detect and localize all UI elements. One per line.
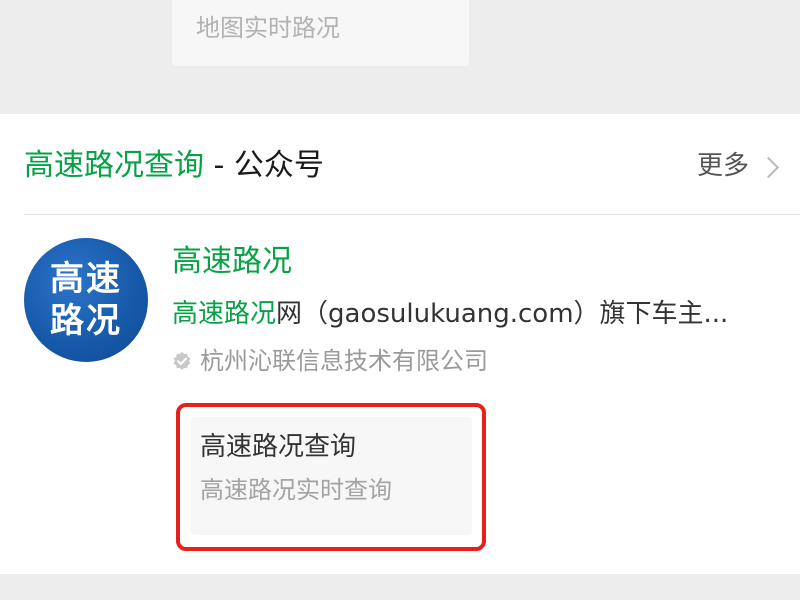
section-title: 高速路况查询 - 公众号 [24,146,324,186]
more-button[interactable]: 更多 [696,148,780,184]
top-section: 地图实时路况 [0,0,800,97]
service-title: 高速路况查询 [200,432,357,462]
company-name: 杭州沁联信息技术有限公司 [200,347,488,375]
account-avatar[interactable]: 高速 路况 [24,238,148,362]
official-account-card: 高速路况查询 - 公众号 更多 高速 路况 高速路况 高速路况网（gaosulu… [0,114,800,574]
account-description: 高速路况网（gaosulukuang.com）旗下车主... [172,296,772,332]
section-title-suffix: - 公众号 [204,148,324,183]
section-header: 高速路况查询 - 公众号 更多 [24,114,800,215]
account-description-rest: 网（gaosulukuang.com）旗下车主... [276,299,729,329]
chevron-right-icon [757,156,780,178]
avatar-text-line1: 高速 [50,259,122,299]
more-label: 更多 [696,151,749,181]
suggestion-chip[interactable]: 地图实时路况 [172,0,469,66]
service-menu-item[interactable]: 高速路况查询 高速路况实时查询 [190,417,472,535]
verified-company: 杭州沁联信息技术有限公司 [172,344,488,378]
account-description-keyword: 高速路况 [172,299,277,329]
suggestion-chip-label: 地图实时路况 [196,14,340,42]
highlight-box: 高速路况查询 高速路况实时查询 [176,403,486,551]
section-title-keyword: 高速路况查询 [24,148,204,183]
verified-badge-icon [173,352,191,370]
avatar-text-line2: 路况 [50,301,122,341]
service-subtitle: 高速路况实时查询 [200,476,392,504]
account-name[interactable]: 高速路况 [172,242,292,282]
bottom-section [0,574,800,600]
